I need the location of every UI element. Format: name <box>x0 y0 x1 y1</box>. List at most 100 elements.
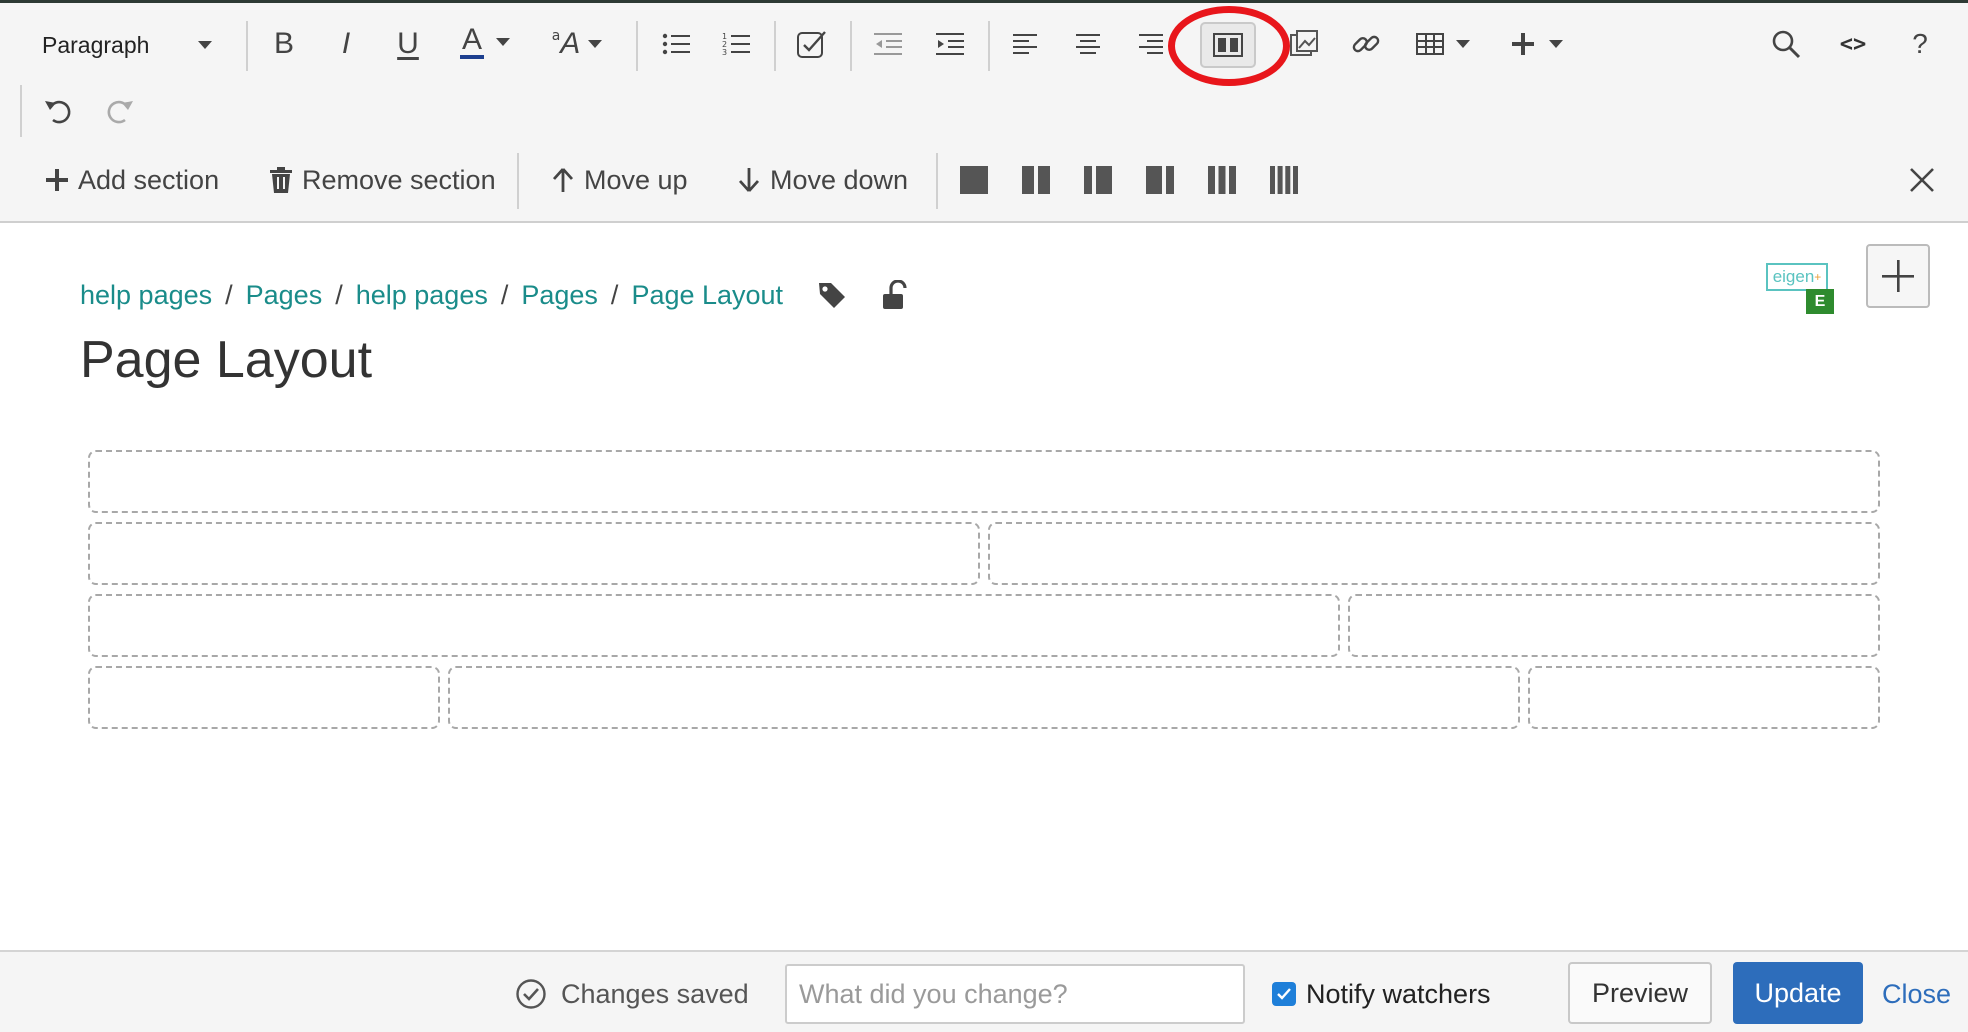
numbered-list-button[interactable]: 1 2 3 <box>714 22 758 66</box>
one-column-icon <box>960 166 988 194</box>
layout-left-sidebar-button[interactable] <box>1076 158 1120 202</box>
save-status-label: Changes saved <box>561 978 749 1009</box>
layout-section-slot[interactable] <box>988 522 1880 585</box>
tag-button[interactable] <box>817 280 847 310</box>
close-icon <box>1910 168 1934 192</box>
change-summary-input[interactable] <box>785 964 1245 1024</box>
align-center-button[interactable] <box>1066 22 1110 66</box>
layout-one-column-button[interactable] <box>952 158 996 202</box>
layout-four-columns-button[interactable] <box>1262 158 1306 202</box>
search-button[interactable] <box>1764 22 1808 66</box>
underline-icon: U <box>397 27 419 60</box>
breadcrumb-link[interactable]: help pages <box>356 280 488 311</box>
insert-link-button[interactable] <box>1344 22 1388 66</box>
align-left-button[interactable] <box>1004 22 1048 66</box>
preview-button[interactable]: Preview <box>1568 962 1712 1024</box>
bullet-list-button[interactable] <box>654 22 698 66</box>
align-left-icon <box>1013 34 1037 54</box>
insert-image-button[interactable] <box>1282 22 1326 66</box>
notify-watchers-checkbox[interactable]: Notify watchers <box>1272 974 1491 1014</box>
insert-table-button[interactable] <box>1410 22 1476 66</box>
layout-section-slot[interactable] <box>88 522 980 585</box>
move-up-label: Move up <box>584 164 688 195</box>
breadcrumb-separator: / <box>225 279 233 310</box>
redo-icon <box>107 100 133 124</box>
layout-section-slot[interactable] <box>448 666 1520 729</box>
tag-icon <box>819 283 846 308</box>
toolbar-divider <box>636 21 638 71</box>
arrow-up-icon <box>552 168 574 192</box>
breadcrumb-separator: / <box>610 279 619 310</box>
breadcrumb-current[interactable]: Page Layout <box>631 280 783 311</box>
move-down-button[interactable]: Move down <box>738 158 908 202</box>
add-content-button[interactable] <box>1866 244 1930 308</box>
font-size-prefix: a <box>551 28 561 44</box>
font-size-button[interactable]: a A <box>544 22 610 66</box>
unlock-icon <box>883 280 907 309</box>
italic-icon: I <box>341 27 351 60</box>
image-icon <box>1290 30 1318 56</box>
underline-button[interactable]: U <box>386 22 430 66</box>
breadcrumb-link[interactable]: help pages <box>80 280 212 311</box>
trash-icon <box>270 167 292 193</box>
link-icon <box>1352 35 1380 53</box>
remove-section-button[interactable]: Remove section <box>270 158 496 202</box>
breadcrumb-link[interactable]: Pages <box>521 280 598 311</box>
page-title: Page Layout <box>80 331 373 389</box>
italic-button[interactable]: I <box>324 22 368 66</box>
chevron-down-icon <box>1456 40 1470 48</box>
breadcrumb: help pages / Pages / help pages / Pages … <box>80 275 907 315</box>
layout-right-sidebar-button[interactable] <box>1138 158 1182 202</box>
help-button[interactable]: ? <box>1898 22 1942 66</box>
update-button[interactable]: Update <box>1733 962 1863 1024</box>
font-size-icon: A <box>560 27 581 60</box>
checkbox-checked-icon[interactable] <box>1272 982 1296 1006</box>
close-link[interactable]: Close <box>1882 974 1951 1014</box>
toolbar-divider <box>988 21 990 71</box>
paragraph-format-select[interactable]: Paragraph <box>28 23 218 67</box>
breadcrumb-separator: / <box>500 279 509 310</box>
bullet-list-icon <box>662 33 690 55</box>
toolbar-divider <box>246 21 248 71</box>
undo-icon <box>45 100 71 124</box>
indent-button[interactable] <box>928 22 972 66</box>
highlight-circle <box>1168 6 1290 86</box>
outdent-button[interactable] <box>866 22 910 66</box>
layout-two-columns-button[interactable] <box>1014 158 1058 202</box>
table-icon <box>1416 33 1444 55</box>
layout-section-slot[interactable] <box>1348 594 1880 657</box>
code-icon: <> <box>1839 31 1867 57</box>
eigen-badge[interactable]: eigen + <box>1766 263 1828 291</box>
four-columns-icon <box>1270 166 1298 194</box>
task-list-button[interactable] <box>790 22 834 66</box>
insert-more-button[interactable] <box>1504 22 1570 66</box>
layout-three-columns-button[interactable] <box>1200 158 1244 202</box>
editor-toolbar: Paragraph B I U A a A 1 2 3 <> ? Add sec… <box>0 3 1968 223</box>
add-section-button[interactable]: Add section <box>46 158 219 202</box>
redo-button[interactable] <box>98 89 142 133</box>
svg-text:3: 3 <box>722 48 727 57</box>
insert-icon <box>1512 33 1534 55</box>
lock-button[interactable] <box>881 280 907 310</box>
three-columns-icon <box>1208 166 1236 194</box>
text-color-button[interactable]: A <box>450 20 520 64</box>
bold-button[interactable]: B <box>262 22 306 66</box>
close-section-toolbar-button[interactable] <box>1900 158 1944 202</box>
chevron-down-icon <box>496 38 510 46</box>
remove-section-label: Remove section <box>302 164 496 195</box>
layout-section-slot[interactable] <box>88 666 440 729</box>
breadcrumb-separator: / <box>335 279 343 310</box>
code-view-button[interactable]: <> <box>1828 22 1878 66</box>
arrow-down-icon <box>738 168 760 192</box>
layout-section-slot[interactable] <box>1528 666 1880 729</box>
outdent-icon <box>874 33 902 55</box>
move-up-button[interactable]: Move up <box>552 158 688 202</box>
chevron-down-icon <box>198 41 212 49</box>
undo-button[interactable] <box>36 89 80 133</box>
eigen-label: eigen <box>1772 267 1815 286</box>
toolbar-divider <box>936 153 938 209</box>
align-right-button[interactable] <box>1128 22 1172 66</box>
breadcrumb-link[interactable]: Pages <box>246 280 323 311</box>
layout-section-slot[interactable] <box>88 450 1880 513</box>
layout-section-slot[interactable] <box>88 594 1340 657</box>
